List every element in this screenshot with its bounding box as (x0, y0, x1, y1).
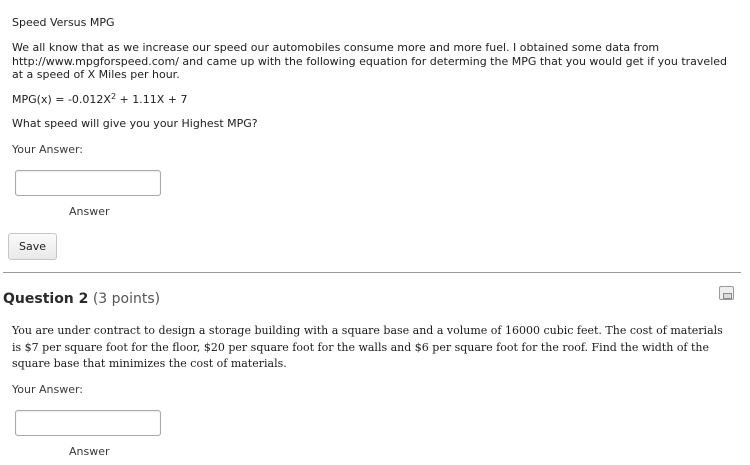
save-flag-icon-inner (723, 293, 732, 299)
question-1-answer-caption: Answer (69, 205, 110, 218)
question-2-answer-caption: Answer (69, 445, 110, 458)
save-flag-icon[interactable] (719, 286, 734, 300)
question-2-your-answer-label: Your Answer: (12, 383, 84, 396)
question-2-label: Question 2 (3, 291, 89, 307)
equation-base: MPG(x) = -0.012X (12, 93, 111, 106)
question-2-answer-input[interactable] (15, 410, 161, 436)
question-divider (3, 272, 741, 273)
question-1-answer-input[interactable] (15, 170, 161, 196)
equation-rest: + 1.11X + 7 (116, 93, 188, 106)
question-2-heading: Question 2 (3 points) (3, 291, 160, 307)
question-1-your-answer-label: Your Answer: (12, 143, 84, 156)
save-button[interactable]: Save (8, 233, 57, 260)
question-1-equation: MPG(x) = -0.012X2 + 1.11X + 7 (12, 93, 188, 107)
question-2-points: (3 points) (92, 291, 161, 307)
question-2-text: You are under contract to design a stora… (12, 324, 723, 370)
question-1-prompt: What speed will give you your Highest MP… (12, 117, 258, 130)
question-1-title: Speed Versus MPG (12, 16, 115, 29)
question-1-intro: We all know that as we increase our spee… (12, 41, 727, 81)
